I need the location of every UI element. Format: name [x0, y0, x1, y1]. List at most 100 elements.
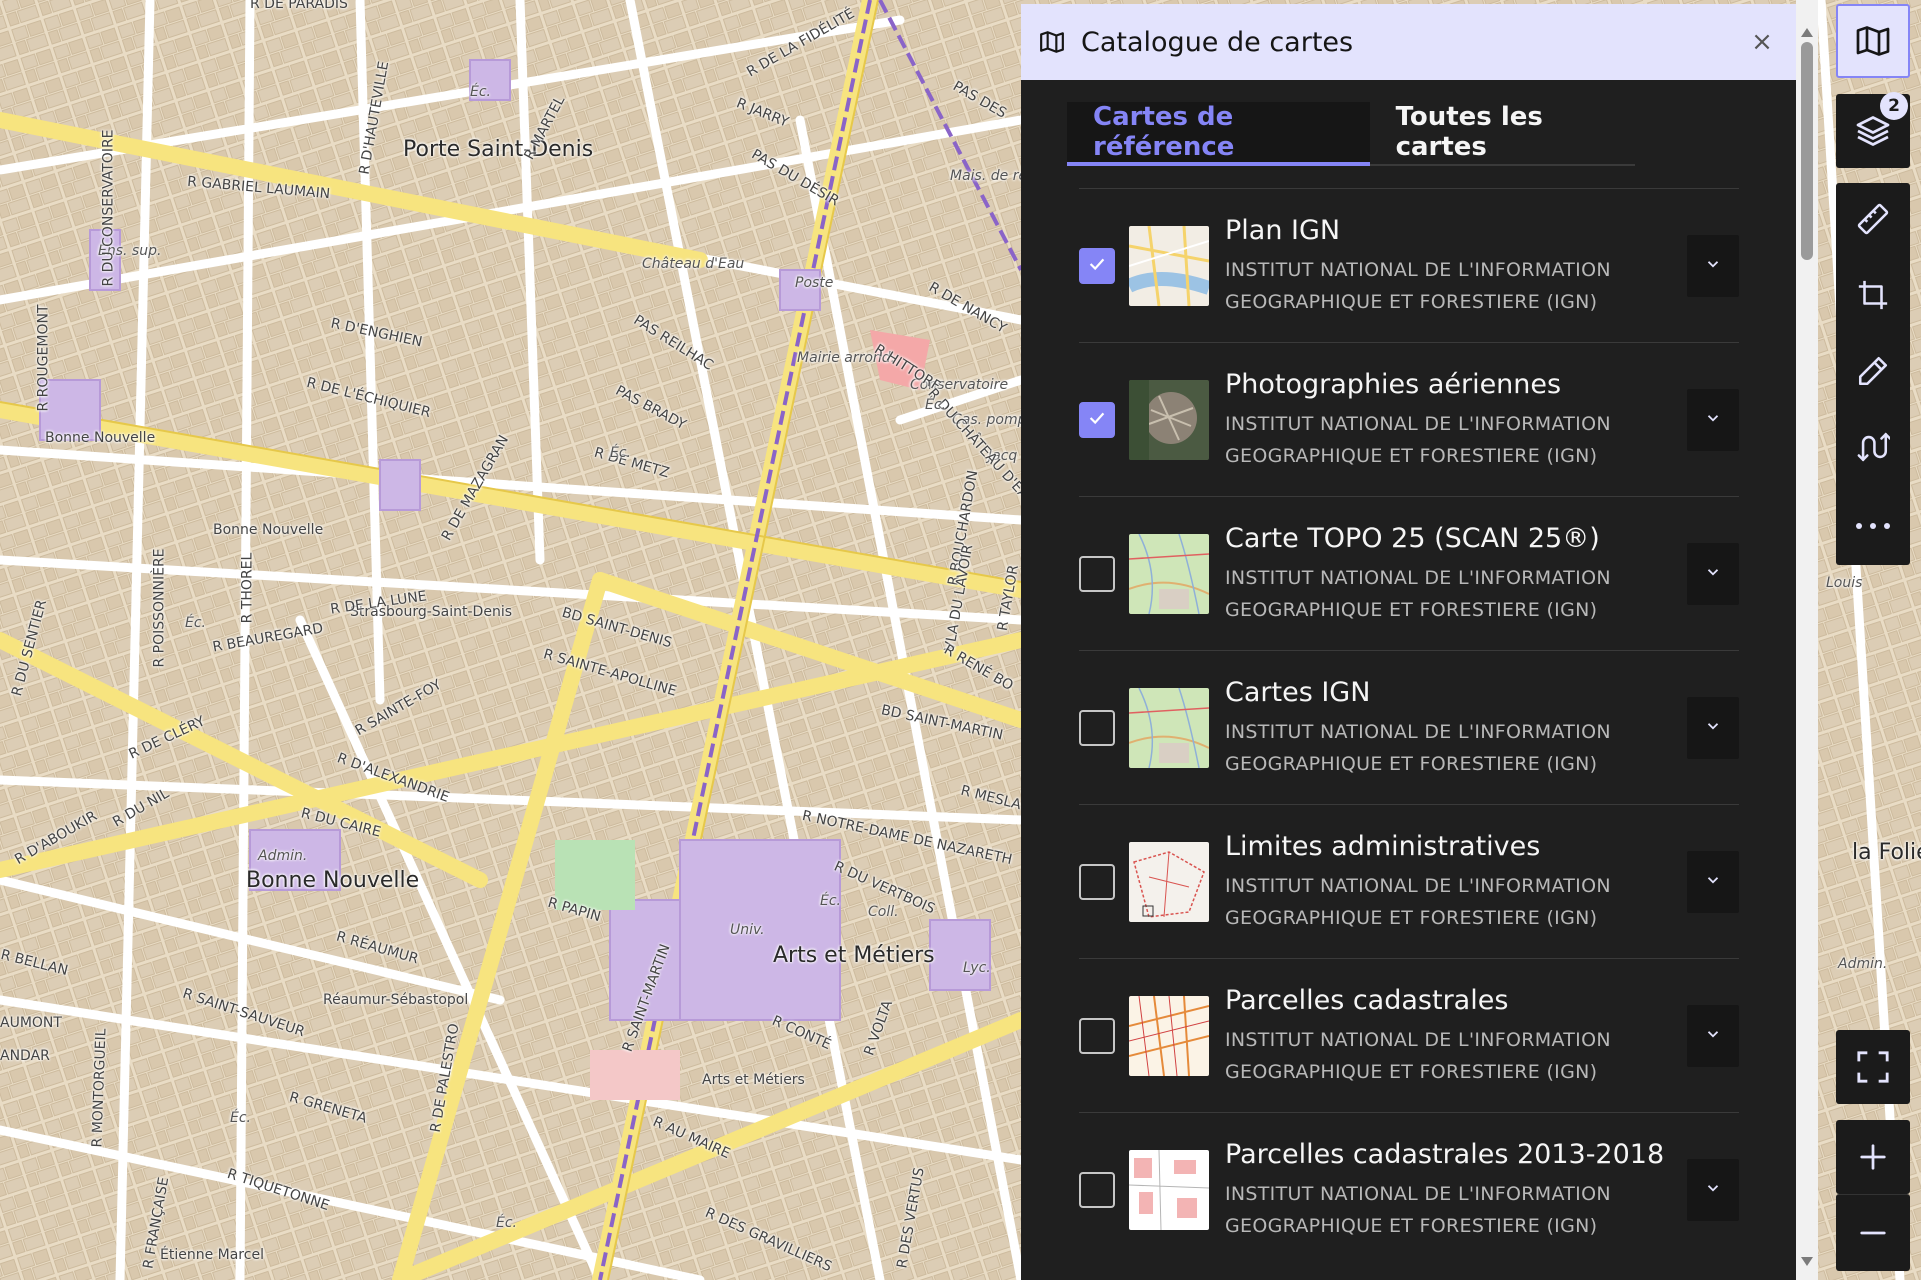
crop-button[interactable] [1836, 259, 1910, 335]
scroll-up-arrow[interactable] [1801, 28, 1813, 37]
more-icon [1853, 516, 1893, 535]
layer-row: Photographies aériennes INSTITUT NATIONAL… [1079, 342, 1739, 496]
layer-row: Plan IGN INSTITUT NATIONAL DE L'INFORMATI… [1079, 188, 1739, 342]
layer-expand-button[interactable] [1687, 1158, 1739, 1221]
zoom-in-button[interactable] [1836, 1120, 1910, 1194]
layer-checkbox[interactable] [1079, 1017, 1115, 1054]
layer-title: Parcelles cadastrales 2013-2018 [1225, 1139, 1665, 1170]
layer-title: Parcelles cadastrales [1225, 985, 1509, 1016]
layer-thumbnail [1129, 841, 1209, 922]
chevron-down-icon [1704, 409, 1722, 431]
layer-thumbnail [1129, 995, 1209, 1076]
layer-thumbnail [1129, 1149, 1209, 1230]
layer-info: Plan IGN INSTITUT NATIONAL DE L'INFORMATI… [1225, 213, 1687, 318]
chevron-down-icon [1704, 255, 1722, 277]
panel-title: Catalogue de cartes [1081, 26, 1354, 58]
layer-info: Limites administratives INSTITUT NATIONAL… [1225, 829, 1687, 934]
layer-provider: INSTITUT NATIONAL DE L'INFORMATION [1225, 259, 1611, 281]
layers-count-badge: 2 [1880, 92, 1908, 120]
layer-provider: GEOGRAPHIQUE ET FORESTIERE (IGN) [1225, 907, 1598, 929]
layer-expand-button[interactable] [1687, 234, 1739, 297]
scroll-down-arrow[interactable] [1801, 1257, 1813, 1266]
catalogue-tabs: Cartes de référence Toutes les cartes [1067, 102, 1635, 166]
panel-scrollbar[interactable] [1796, 0, 1818, 1280]
route-button[interactable] [1836, 411, 1910, 487]
layer-thumbnail [1129, 225, 1209, 306]
layer-title: Plan IGN [1225, 215, 1341, 246]
tools-group [1836, 183, 1910, 565]
layer-info: Photographies aériennes INSTITUT NATIONAL… [1225, 367, 1687, 472]
layers-button[interactable]: 2 [1836, 92, 1910, 168]
check-icon [1086, 253, 1108, 279]
layer-expand-button[interactable] [1687, 696, 1739, 759]
layer-checkbox[interactable] [1079, 401, 1115, 438]
layer-expand-button[interactable] [1687, 388, 1739, 451]
layer-info: Cartes IGN INSTITUT NATIONAL DE L'INFORMA… [1225, 675, 1687, 780]
measure-button[interactable] [1836, 183, 1910, 259]
layer-row: Parcelles cadastrales INSTITUT NATIONAL D… [1079, 958, 1739, 1112]
chevron-down-icon [1704, 563, 1722, 585]
layer-title: Carte TOPO 25 (SCAN 25®) [1225, 523, 1600, 554]
check-icon [1086, 407, 1108, 433]
layer-provider: INSTITUT NATIONAL DE L'INFORMATION [1225, 721, 1611, 743]
layer-provider: GEOGRAPHIQUE ET FORESTIERE (IGN) [1225, 753, 1598, 775]
layer-thumbnail [1129, 379, 1209, 460]
layer-row: Carte TOPO 25 (SCAN 25®) INSTITUT NATIONA… [1079, 496, 1739, 650]
chevron-down-icon [1704, 1179, 1722, 1201]
layer-checkbox[interactable] [1079, 709, 1115, 746]
layer-row: Limites administratives INSTITUT NATIONAL… [1079, 804, 1739, 958]
draw-button[interactable] [1836, 335, 1910, 411]
layer-row: Cartes IGN INSTITUT NATIONAL DE L'INFORMA… [1079, 650, 1739, 804]
layer-checkbox[interactable] [1079, 1171, 1115, 1208]
layer-provider: GEOGRAPHIQUE ET FORESTIERE (IGN) [1225, 1061, 1598, 1083]
map-catalogue-panel: Catalogue de cartes × Cartes de référenc… [1021, 4, 1796, 1280]
tab-all-maps[interactable]: Toutes les cartes [1370, 102, 1635, 162]
close-button[interactable]: × [1744, 24, 1780, 60]
map-icon [1855, 23, 1891, 59]
layer-info: Carte TOPO 25 (SCAN 25®) INSTITUT NATIONA… [1225, 521, 1687, 626]
layer-info: Parcelles cadastrales 2013-2018 INSTITUT … [1225, 1137, 1687, 1242]
layer-list: Plan IGN INSTITUT NATIONAL DE L'INFORMATI… [1079, 188, 1739, 1266]
layer-provider: INSTITUT NATIONAL DE L'INFORMATION [1225, 567, 1611, 589]
fullscreen-icon [1856, 1050, 1890, 1084]
chevron-down-icon [1704, 717, 1722, 739]
layer-provider: GEOGRAPHIQUE ET FORESTIERE (IGN) [1225, 599, 1598, 621]
layer-row: Parcelles cadastrales 2013-2018 INSTITUT … [1079, 1112, 1739, 1266]
chevron-down-icon [1704, 871, 1722, 893]
fullscreen-button[interactable] [1836, 1030, 1910, 1104]
layer-checkbox[interactable] [1079, 247, 1115, 284]
tab-reference-maps[interactable]: Cartes de référence [1067, 102, 1370, 166]
map-icon [1039, 29, 1065, 55]
ruler-icon [1856, 202, 1890, 240]
scrollbar-thumb[interactable] [1801, 42, 1813, 260]
layer-expand-button[interactable] [1687, 850, 1739, 913]
crop-icon [1856, 278, 1890, 316]
zoom-out-button[interactable] [1836, 1194, 1910, 1271]
layer-thumbnail [1129, 533, 1209, 614]
route-icon [1856, 430, 1892, 468]
layer-provider: INSTITUT NATIONAL DE L'INFORMATION [1225, 1183, 1611, 1205]
layer-info: Parcelles cadastrales INSTITUT NATIONAL D… [1225, 983, 1687, 1088]
layer-expand-button[interactable] [1687, 1004, 1739, 1067]
layer-checkbox[interactable] [1079, 555, 1115, 592]
layer-checkbox[interactable] [1079, 863, 1115, 900]
layer-provider: INSTITUT NATIONAL DE L'INFORMATION [1225, 875, 1611, 897]
layer-title: Cartes IGN [1225, 677, 1371, 708]
layer-expand-button[interactable] [1687, 542, 1739, 605]
layer-provider: INSTITUT NATIONAL DE L'INFORMATION [1225, 413, 1611, 435]
more-tools-button[interactable] [1836, 487, 1910, 563]
chevron-down-icon [1704, 1025, 1722, 1047]
zoom-in-icon [1858, 1142, 1888, 1172]
layer-thumbnail [1129, 687, 1209, 768]
panel-header: Catalogue de cartes × [1021, 4, 1796, 80]
layer-title: Photographies aériennes [1225, 369, 1562, 400]
layer-provider: GEOGRAPHIQUE ET FORESTIERE (IGN) [1225, 445, 1598, 467]
zoom-out-icon [1858, 1218, 1888, 1248]
layer-provider: GEOGRAPHIQUE ET FORESTIERE (IGN) [1225, 291, 1598, 313]
map-catalogue-button[interactable] [1836, 4, 1910, 78]
layers-icon [1855, 113, 1891, 149]
layer-provider: GEOGRAPHIQUE ET FORESTIERE (IGN) [1225, 1215, 1598, 1237]
layer-title: Limites administratives [1225, 831, 1541, 862]
layer-provider: INSTITUT NATIONAL DE L'INFORMATION [1225, 1029, 1611, 1051]
pencil-icon [1856, 354, 1890, 392]
